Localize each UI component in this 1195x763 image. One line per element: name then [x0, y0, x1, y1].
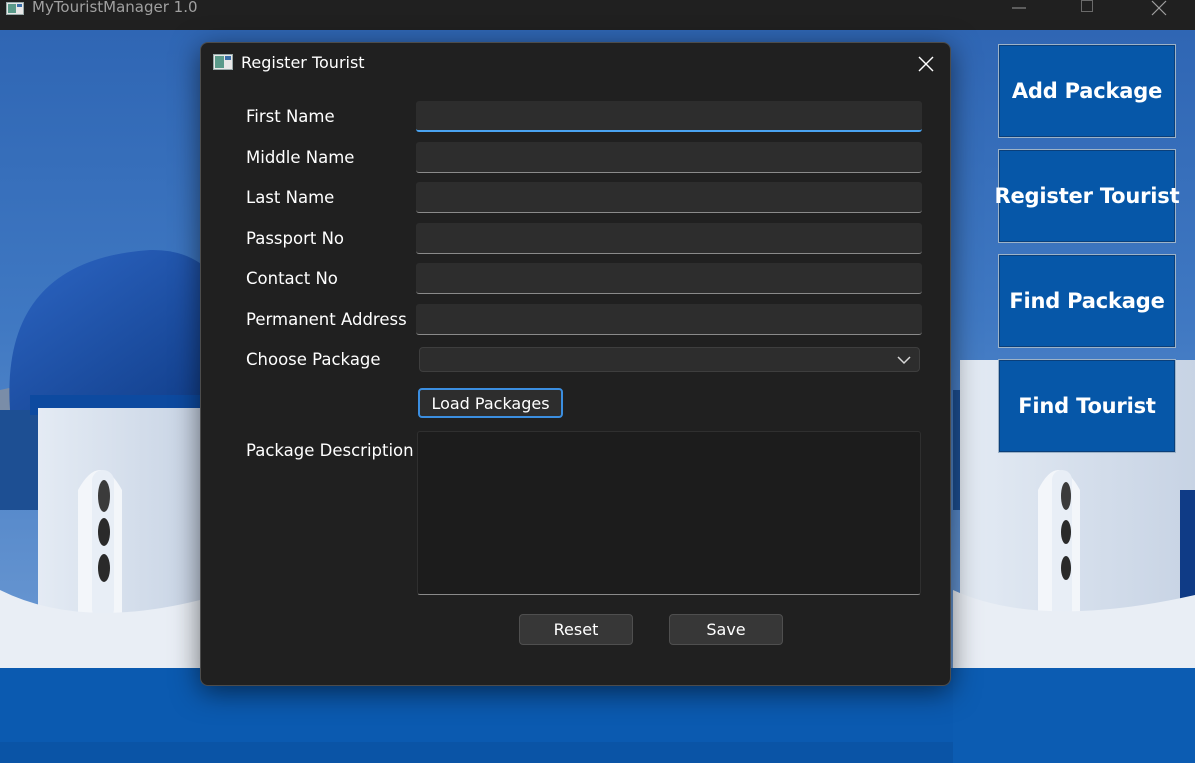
reset-button[interactable]: Reset — [519, 614, 633, 645]
close-icon[interactable] — [907, 49, 945, 79]
permanent-address-input[interactable] — [416, 304, 922, 335]
load-packages-button[interactable]: Load Packages — [418, 388, 563, 418]
choose-package-label: Choose Package — [246, 350, 381, 369]
contact-no-input[interactable] — [416, 263, 922, 294]
app-window-icon — [213, 54, 233, 70]
main-titlebar: MyTouristManager 1.0 — [0, 0, 1195, 30]
register-tourist-dialog: Register Tourist First Name Middle Name … — [200, 42, 951, 686]
first-name-input[interactable] — [416, 101, 922, 132]
first-name-label: First Name — [246, 107, 335, 126]
chevron-down-icon — [897, 356, 911, 365]
last-name-label: Last Name — [246, 188, 335, 207]
save-button[interactable]: Save — [669, 614, 783, 645]
last-name-input[interactable] — [416, 182, 922, 213]
main-close-icon[interactable] — [1136, 0, 1182, 18]
maximize-icon[interactable] — [1064, 0, 1110, 18]
add-package-button[interactable]: Add Package — [998, 44, 1176, 138]
middle-name-label: Middle Name — [246, 148, 355, 167]
permanent-address-label: Permanent Address — [246, 310, 407, 329]
find-tourist-button[interactable]: Find Tourist — [998, 359, 1176, 453]
minimize-icon[interactable] — [996, 0, 1042, 18]
app-title: MyTouristManager 1.0 — [32, 0, 198, 16]
middle-name-input[interactable] — [416, 142, 922, 173]
passport-no-label: Passport No — [246, 229, 345, 248]
app-window-icon — [6, 2, 24, 15]
package-description-textarea[interactable] — [417, 431, 921, 595]
find-package-button[interactable]: Find Package — [998, 254, 1176, 348]
package-description-label: Package Description — [246, 441, 414, 460]
register-tourist-button[interactable]: Register Tourist — [995, 149, 1180, 243]
passport-no-input[interactable] — [416, 223, 922, 254]
choose-package-combobox[interactable] — [419, 347, 920, 372]
dialog-title: Register Tourist — [241, 53, 365, 72]
contact-no-label: Contact No — [246, 269, 338, 288]
